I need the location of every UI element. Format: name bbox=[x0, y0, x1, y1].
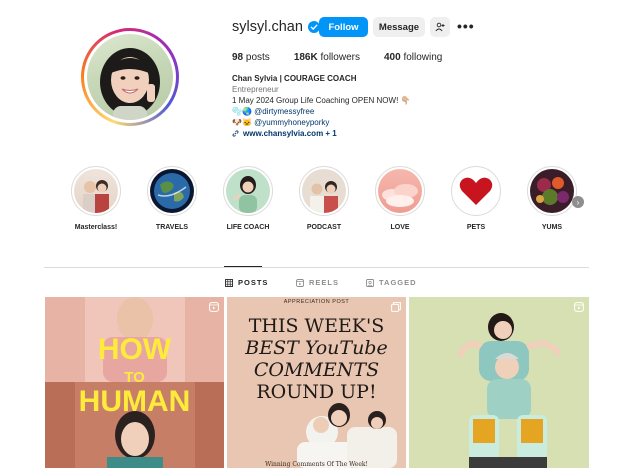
active-tab-indicator bbox=[224, 266, 262, 267]
post-thumbnail[interactable]: HOW TO HUMAN bbox=[45, 297, 224, 468]
profile-bio: Chan Sylvia | COURAGE COACH Entrepreneur… bbox=[232, 73, 492, 139]
post-kicker: APPRECIATION POST bbox=[283, 299, 350, 305]
stat-label: followers bbox=[320, 52, 360, 63]
highlight-cover bbox=[150, 169, 194, 213]
follow-button[interactable]: Follow bbox=[319, 17, 368, 37]
post-title-line: HUMAN bbox=[78, 385, 191, 418]
highlight-cover bbox=[378, 169, 422, 213]
tagged-icon bbox=[366, 278, 374, 287]
highlight-label: YUMS bbox=[541, 224, 563, 231]
tab-posts[interactable]: POSTS bbox=[225, 278, 268, 287]
profile-stats: 98 posts 186K followers 400 following bbox=[232, 52, 466, 63]
bio-name: Chan Sylvia | COURAGE COACH bbox=[232, 74, 357, 83]
highlight-cover bbox=[226, 169, 270, 213]
highlight-love[interactable]: LOVE bbox=[368, 166, 432, 231]
bio-emoji: 🫧🌏 bbox=[232, 107, 252, 116]
bio-website-row[interactable]: www.chansylvia.com + 1 bbox=[232, 128, 492, 139]
story-highlights: Masterclass! TRAVELS LIFE COACH PODCAST … bbox=[64, 166, 594, 240]
username-row: sylsyl.chan bbox=[232, 17, 320, 37]
stat-following[interactable]: 400 following bbox=[384, 52, 442, 63]
more-options-icon[interactable]: ••• bbox=[457, 19, 475, 33]
stat-value: 186K bbox=[293, 52, 318, 63]
tab-label: TAGGED bbox=[379, 278, 417, 287]
bio-line-1: 1 May 2024 Group Life Coaching OPEN NOW!… bbox=[232, 96, 411, 105]
bio-category: Entrepreneur bbox=[232, 85, 279, 94]
post-thumbnail[interactable] bbox=[409, 297, 589, 468]
stat-label: posts bbox=[245, 52, 270, 63]
highlight-cover bbox=[454, 169, 498, 213]
avatar-photo bbox=[87, 34, 173, 120]
post-headline: COMMENTS bbox=[253, 359, 380, 381]
reel-icon bbox=[574, 302, 584, 312]
bio-website-link[interactable]: www.chansylvia.com + 1 bbox=[243, 128, 337, 139]
highlight-cover bbox=[302, 169, 346, 213]
post-title-line: TO bbox=[124, 369, 145, 386]
stat-value: 98 bbox=[232, 52, 244, 63]
add-person-icon bbox=[435, 22, 445, 32]
tabs-divider bbox=[44, 267, 589, 268]
profile-avatar[interactable] bbox=[81, 28, 179, 126]
username: sylsyl.chan bbox=[232, 19, 303, 35]
bio-mention-link[interactable]: @dirtymessyfree bbox=[254, 107, 314, 116]
stat-label: following bbox=[403, 52, 443, 63]
post-headline: BEST YouTube bbox=[245, 337, 388, 359]
link-icon bbox=[232, 130, 239, 137]
tab-reels[interactable]: REELS bbox=[296, 278, 339, 287]
highlight-life-coach[interactable]: LIFE COACH bbox=[216, 166, 280, 231]
tab-label: POSTS bbox=[238, 278, 269, 287]
tab-label: REELS bbox=[309, 278, 340, 287]
tab-tagged[interactable]: TAGGED bbox=[366, 278, 417, 287]
highlight-travels[interactable]: TRAVELS bbox=[140, 166, 204, 231]
highlights-next-arrow-icon[interactable]: › bbox=[572, 196, 584, 208]
post-headline: THIS WEEK'S bbox=[248, 315, 385, 337]
post-headline: ROUND UP! bbox=[256, 381, 377, 403]
reel-icon bbox=[209, 302, 219, 312]
highlight-label: PETS bbox=[466, 224, 486, 231]
highlight-label: TRAVELS bbox=[155, 224, 189, 231]
highlight-label: Masterclass! bbox=[74, 224, 118, 231]
grid-icon bbox=[225, 278, 233, 287]
highlight-pets[interactable]: PETS bbox=[444, 166, 508, 231]
bio-mention-link[interactable]: @yummyhoneyporky bbox=[254, 118, 329, 127]
reels-icon bbox=[296, 278, 304, 287]
highlight-label: PODCAST bbox=[306, 224, 342, 231]
stat-value: 400 bbox=[383, 52, 401, 63]
post-title-line: HOW bbox=[97, 333, 172, 366]
post-thumbnail[interactable]: APPRECIATION POST THIS WEEK'S BEST YouTu… bbox=[227, 297, 406, 468]
post-footer: Winning Comments Of The Week! bbox=[265, 461, 368, 468]
stat-posts: 98 posts bbox=[232, 52, 270, 63]
stat-followers[interactable]: 186K followers bbox=[294, 52, 360, 63]
message-button[interactable]: Message bbox=[373, 17, 425, 37]
highlight-label: LIFE COACH bbox=[226, 224, 270, 231]
highlight-cover bbox=[530, 169, 574, 213]
highlight-cover bbox=[74, 169, 118, 213]
post-image bbox=[409, 297, 589, 468]
heart-icon bbox=[459, 177, 493, 205]
highlight-podcast[interactable]: PODCAST bbox=[292, 166, 356, 231]
highlight-masterclass[interactable]: Masterclass! bbox=[64, 166, 128, 231]
suggested-users-button[interactable] bbox=[430, 17, 450, 37]
bio-emoji: 🐶🐱 bbox=[232, 118, 252, 127]
highlight-label: LOVE bbox=[390, 224, 410, 231]
bio-line-2: 🫧🌏 @dirtymessyfree bbox=[232, 106, 492, 117]
bio-line-3: 🐶🐱 @yummyhoneyporky bbox=[232, 117, 492, 128]
